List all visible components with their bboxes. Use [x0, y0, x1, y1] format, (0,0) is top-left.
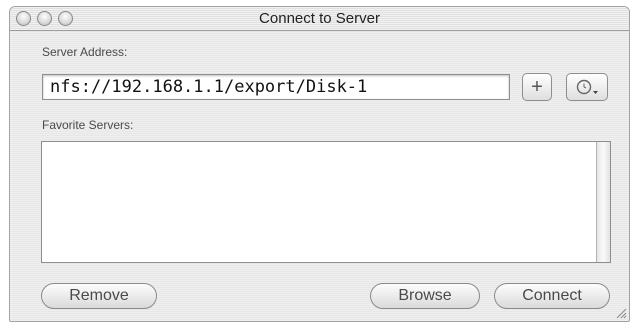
title-bar[interactable]: Connect to Server: [10, 7, 629, 31]
list-scrollbar[interactable]: [596, 142, 610, 262]
plus-icon: +: [531, 76, 543, 98]
server-address-input[interactable]: nfs://192.168.1.1/export/Disk-1: [42, 74, 510, 100]
clock-icon: [576, 79, 598, 95]
remove-button[interactable]: Remove: [41, 283, 157, 309]
favorite-servers-list[interactable]: [41, 141, 611, 263]
connect-button[interactable]: Connect: [494, 283, 610, 309]
window-title: Connect to Server: [259, 10, 380, 27]
browse-button[interactable]: Browse: [370, 283, 480, 309]
recent-servers-button[interactable]: [566, 73, 608, 101]
favorite-servers-label: Favorite Servers:: [42, 118, 134, 132]
resize-grip-icon[interactable]: [615, 307, 627, 319]
add-favorite-button[interactable]: +: [522, 73, 552, 101]
connect-to-server-window: Connect to Server Server Address: nfs://…: [9, 6, 630, 322]
server-address-label: Server Address:: [42, 45, 128, 59]
